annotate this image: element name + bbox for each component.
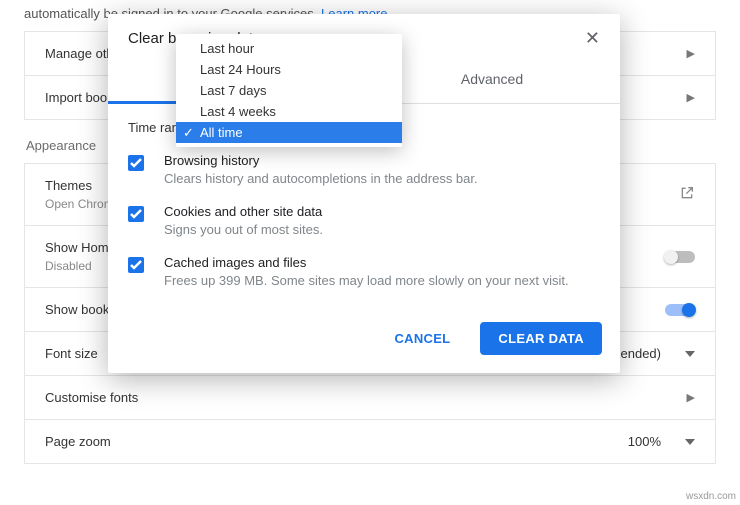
checkbox[interactable] [128,155,144,171]
clear-data-button[interactable]: CLEAR DATA [480,322,602,355]
item-title: Browsing history [164,153,478,168]
time-range-option[interactable]: Last 7 days [176,80,402,101]
close-icon[interactable]: ✕ [585,28,600,49]
item-text: Browsing history Clears history and autoc… [164,153,478,186]
time-range-option[interactable]: All time [176,122,402,143]
item-title: Cached images and files [164,255,569,270]
item-desc: Clears history and autocompletions in th… [164,171,478,186]
checkbox[interactable] [128,206,144,222]
dialog-footer: CANCEL CLEAR DATA [108,310,620,373]
time-range-option[interactable]: Last 24 Hours [176,59,402,80]
item-text: Cached images and files Frees up 399 MB. … [164,255,569,288]
item-title: Cookies and other site data [164,204,323,219]
item-desc: Frees up 399 MB. Some sites may load mor… [164,273,569,288]
checkbox[interactable] [128,257,144,273]
clear-data-item: Cached images and files Frees up 399 MB. … [128,255,600,288]
clear-data-item: Cookies and other site data Signs you out… [128,204,600,237]
time-range-option[interactable]: Last 4 weeks [176,101,402,122]
time-range-dropdown[interactable]: Last hourLast 24 HoursLast 7 daysLast 4 … [176,34,402,147]
clear-data-item: Browsing history Clears history and autoc… [128,153,600,186]
cancel-button[interactable]: CANCEL [376,322,468,355]
item-text: Cookies and other site data Signs you out… [164,204,323,237]
tab-advanced[interactable]: Advanced [364,57,620,103]
item-desc: Signs you out of most sites. [164,222,323,237]
time-range-option[interactable]: Last hour [176,38,402,59]
watermark: wsxdn.com [686,491,736,502]
